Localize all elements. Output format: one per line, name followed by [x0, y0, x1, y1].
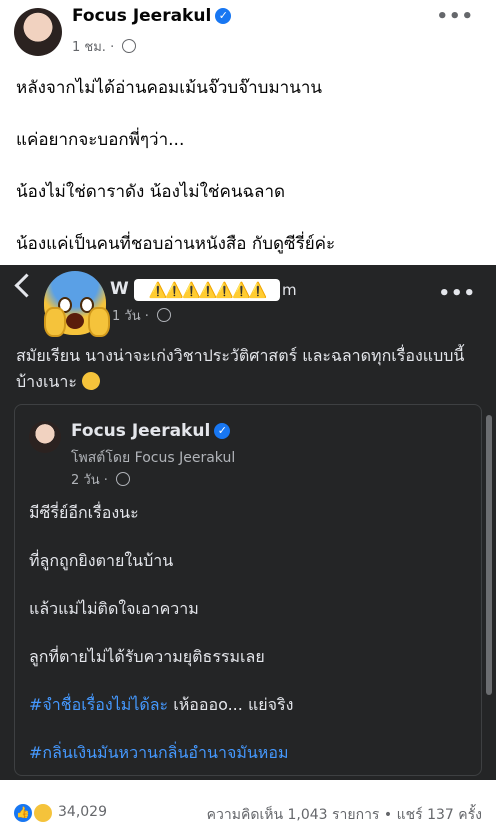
- shared-time[interactable]: 1 วัน: [112, 309, 141, 324]
- shared-meta: 1 วัน ·: [112, 305, 171, 326]
- quoted-author-avatar[interactable]: [29, 421, 61, 453]
- post-paragraph-2: แค่อยากจะบอกพี่ๆว่า...: [16, 130, 185, 150]
- quoted-meta: 2 วัน ·: [71, 469, 130, 490]
- like-reaction-icon: 👍: [14, 804, 32, 822]
- quoted-line-3: แล้วแม่ไม่ติดใจเอาความ: [29, 599, 199, 618]
- shared-author-initial[interactable]: W: [110, 279, 129, 299]
- hashtag-link[interactable]: #จำชื่อเรื่องไม่ได้ละ: [29, 695, 168, 714]
- quoted-post-card[interactable]: Focus Jeerakul ✓ โพสต์โดย Focus Jeerakul …: [14, 404, 482, 776]
- quoted-line-6: #กลิ่นเงินมันหวานกลิ่นอำนาจมันหอม: [29, 741, 289, 766]
- quoted-line-5: #จำชื่อเรื่องไม่ได้ละ เห้อออo... แย่จริง: [29, 693, 293, 718]
- haha-reaction-icon: [34, 804, 52, 822]
- more-options-icon[interactable]: •••: [436, 6, 474, 27]
- shared-author-suffix: m: [282, 281, 297, 299]
- author-name-text[interactable]: Focus Jeerakul: [72, 6, 211, 26]
- post-paragraph-4: น้องแค่เป็นคนที่ชอบอ่านหนังสือ กับดูซีรี…: [16, 234, 336, 254]
- author-avatar[interactable]: [14, 8, 62, 56]
- rolling-laughing-emoji-icon: [80, 369, 103, 393]
- verified-badge-icon: ✓: [214, 423, 231, 439]
- quoted-line-2: ที่ลูกถูกยิงตายในบ้าน: [29, 551, 174, 570]
- hashtag-link[interactable]: #กลิ่นเงินมันหวานกลิ่นอำนาจมันหอม: [29, 743, 289, 762]
- quoted-line-5-text: เห้อออo... แย่จริง: [168, 695, 294, 714]
- globe-icon: [157, 308, 171, 322]
- shared-post-text: สมัยเรียน นางน่าจะเก่งวิชาประวัติศาสตร์ …: [16, 343, 486, 395]
- warning-emoji-censor-bar: ⚠️⚠️⚠️⚠️⚠️⚠️⚠️: [134, 279, 280, 301]
- verified-badge-icon: ✓: [215, 8, 232, 24]
- shared-more-options-icon[interactable]: •••: [438, 283, 476, 304]
- reaction-count[interactable]: 34,029: [58, 804, 107, 820]
- quoted-author-text[interactable]: Focus Jeerakul: [71, 421, 210, 441]
- back-arrow-icon[interactable]: [14, 273, 39, 298]
- post-meta: 1 ชม. ·: [72, 36, 137, 57]
- author-name[interactable]: Focus Jeerakul ✓: [72, 6, 232, 26]
- shocked-face-emoji-icon: [44, 271, 110, 337]
- quoted-time[interactable]: 2 วัน: [71, 473, 100, 488]
- post-time[interactable]: 1 ชม.: [72, 40, 106, 55]
- post-header-section: Focus Jeerakul ✓ 1 ชม. · ••• หลังจากไม่ได…: [0, 0, 496, 265]
- post-paragraph-3: น้องไม่ใช่ดาราดัง น้องไม่ใช่คนฉลาด: [16, 182, 286, 202]
- quoted-line-4: ลูกที่ตายไม่ได้รับความยุติธรรมเลย: [29, 647, 265, 666]
- shared-screenshot: W ⚠️⚠️⚠️⚠️⚠️⚠️⚠️ m 1 วัน · ••• สมัยเรียน…: [0, 265, 496, 780]
- globe-icon: [116, 472, 130, 486]
- scrollbar[interactable]: [486, 415, 492, 695]
- quoted-author-name[interactable]: Focus Jeerakul ✓: [71, 421, 231, 441]
- post-paragraph-1: หลังจากไม่ได้อ่านคอมเม้นจ๊วบจ๊าบมานาน: [16, 78, 323, 98]
- post-footer: 👍 34,029 ความคิดเห็น 1,043 รายการ • แชร์…: [0, 780, 496, 840]
- posted-by-label: โพสต์โดย Focus Jeerakul: [71, 450, 236, 466]
- globe-icon: [122, 39, 137, 53]
- comments-shares-count[interactable]: ความคิดเห็น 1,043 รายการ • แชร์ 137 ครั้…: [207, 804, 482, 826]
- quoted-line-1: มีซีรี่ย์อีกเรื่องนะ: [29, 503, 139, 522]
